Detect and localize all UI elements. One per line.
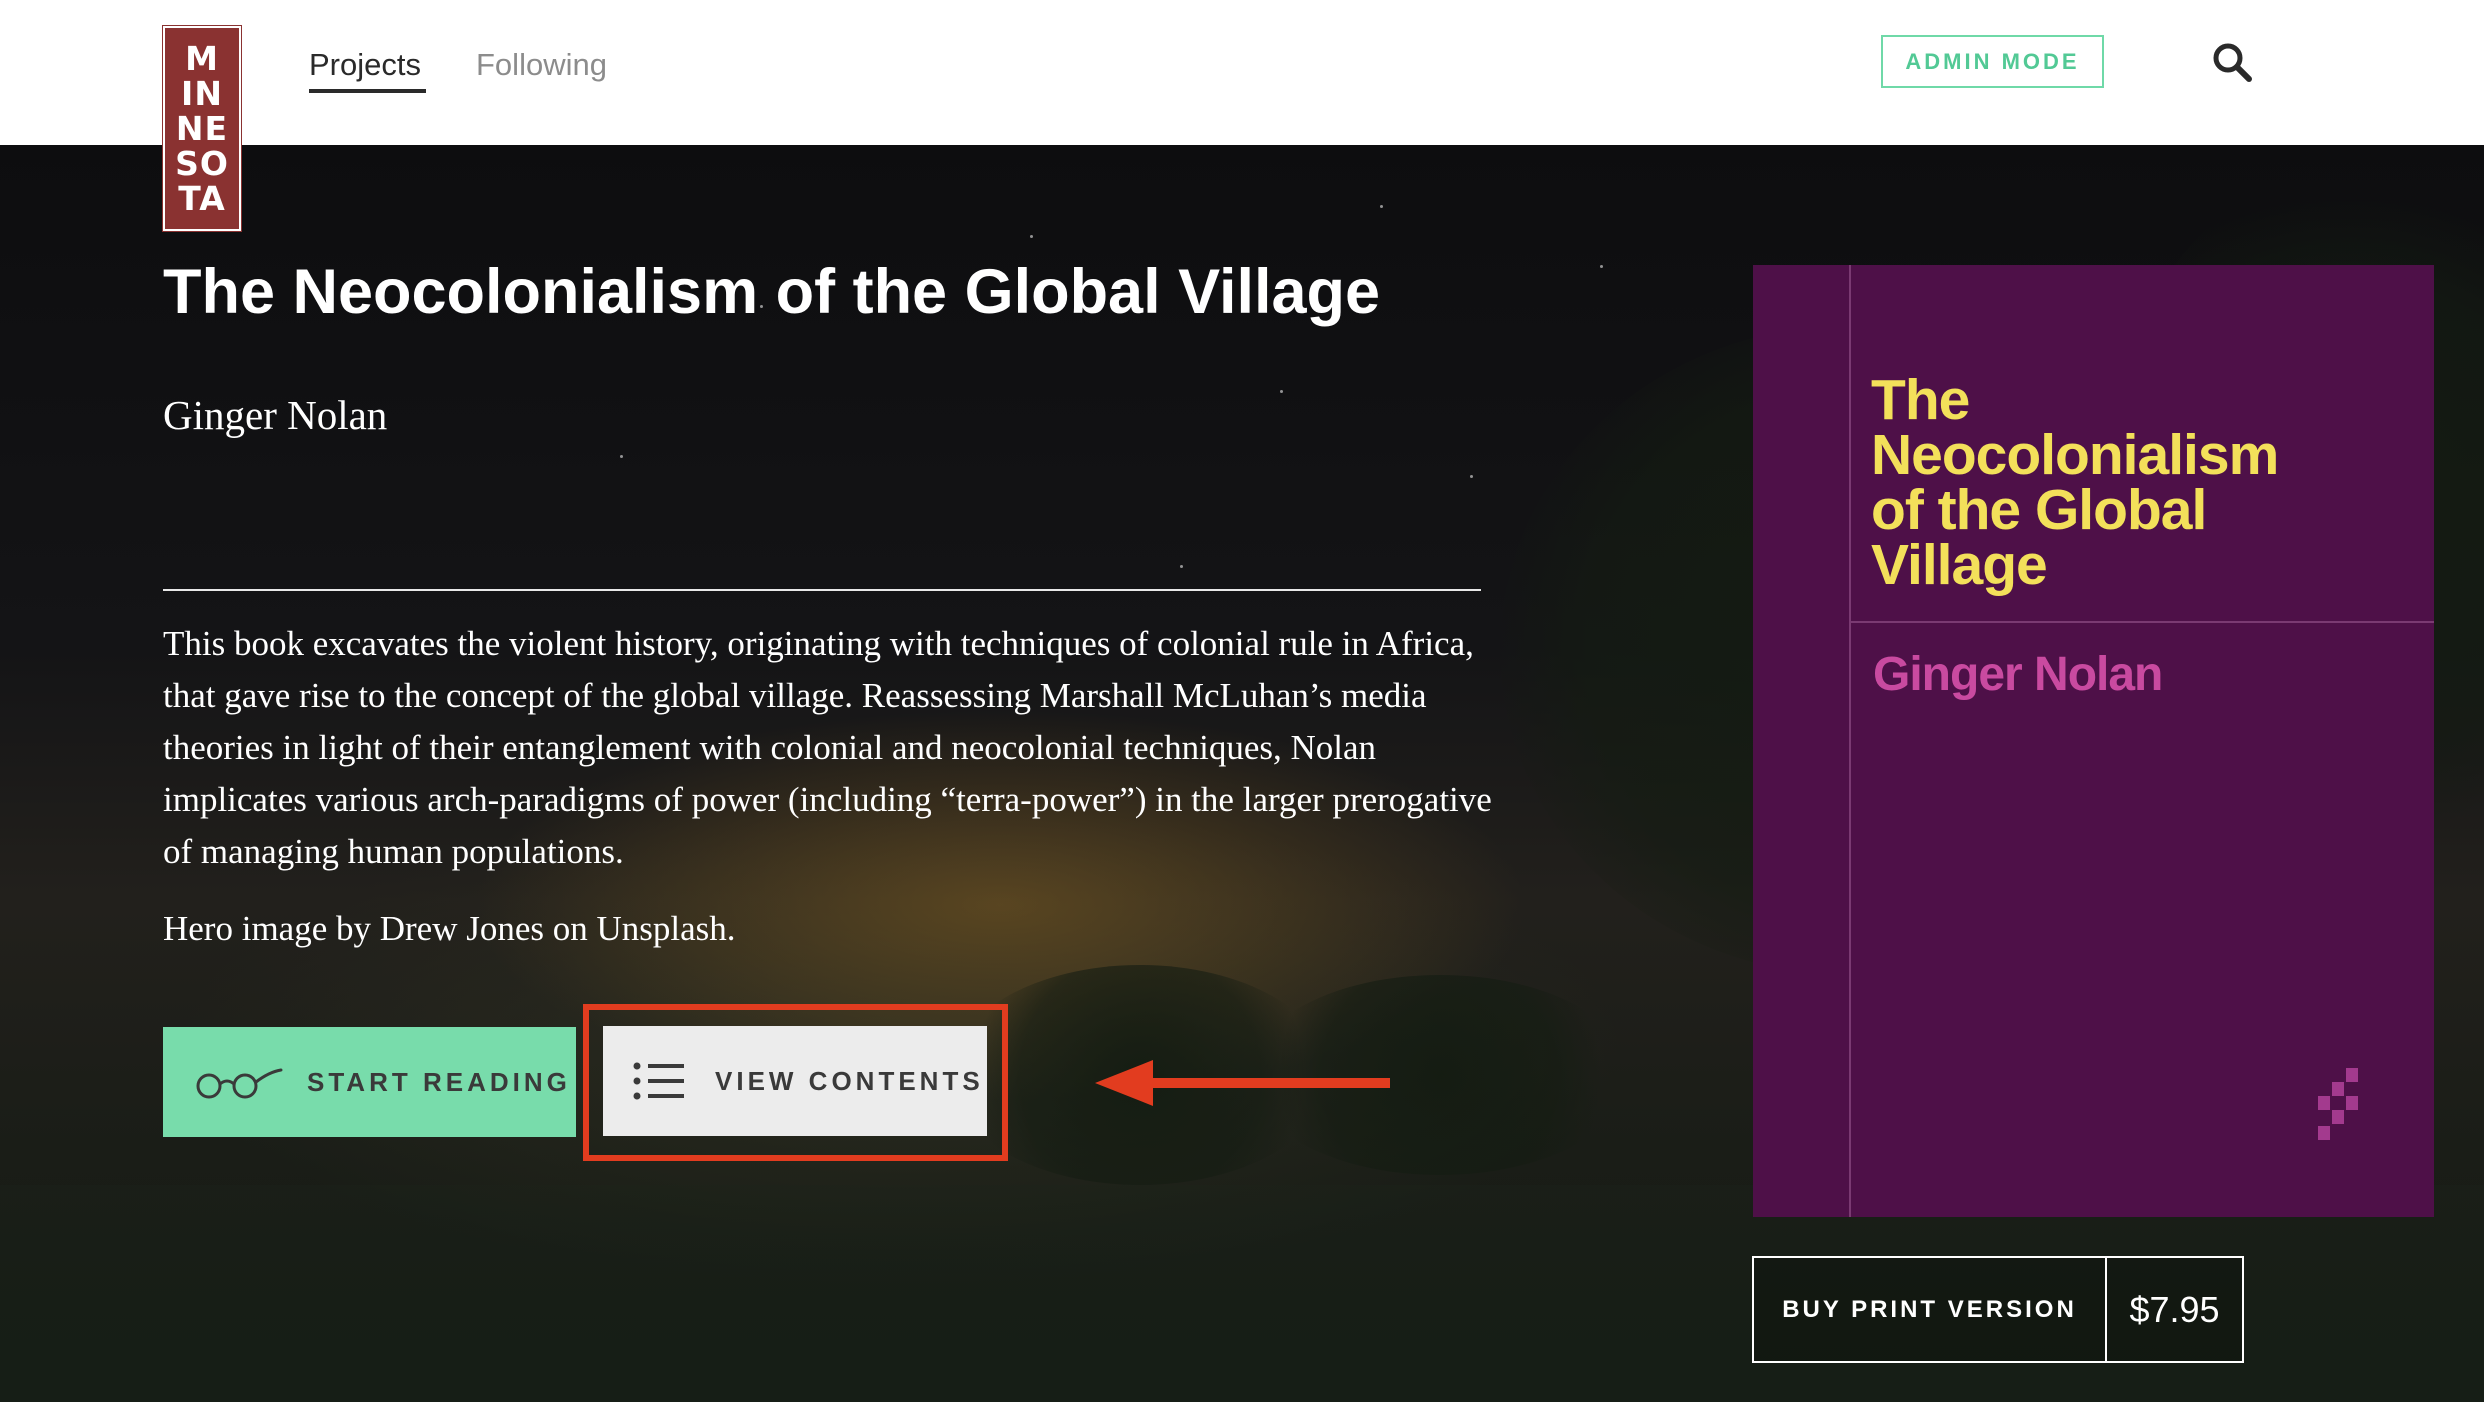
nav-tab-following[interactable]: Following	[476, 45, 607, 85]
start-reading-label: START READING	[307, 1066, 571, 1097]
cover-title-line: of the Global	[1871, 478, 2207, 542]
star	[1380, 205, 1383, 208]
project-author: Ginger Nolan	[163, 392, 388, 438]
buy-print-version-button[interactable]: BUY PRINT VERSION $7.95	[1752, 1256, 2244, 1363]
top-navigation-bar: Projects Following ADMIN MODE	[0, 0, 2484, 145]
logo-line: M	[185, 39, 219, 78]
cover-title-line: Village	[1871, 533, 2048, 597]
nav-tab-projects[interactable]: Projects	[309, 45, 421, 85]
star	[1280, 390, 1283, 393]
cover-author: Ginger Nolan	[1873, 648, 2163, 701]
search-icon[interactable]	[2210, 40, 2254, 84]
star	[620, 455, 623, 458]
admin-mode-button[interactable]: ADMIN MODE	[1881, 35, 2104, 88]
star	[1470, 475, 1473, 478]
star	[1600, 265, 1603, 268]
annotation-arrow-icon	[1095, 1060, 1390, 1106]
cover-vertical-line	[1849, 265, 1851, 1217]
hero-image-credit: Hero image by Drew Jones on Unsplash.	[163, 909, 736, 948]
cover-horizontal-line	[1849, 621, 2434, 623]
view-contents-button[interactable]: VIEW CONTENTS	[603, 1026, 987, 1136]
start-reading-button[interactable]: START READING	[163, 1027, 576, 1137]
minnesota-logo[interactable]: M IN NE SO TA	[163, 26, 241, 231]
list-icon	[633, 1062, 684, 1100]
project-title: The Neocolonialism of the Global Village	[163, 257, 1381, 327]
cover-title-line: Neocolonialism	[1871, 423, 2279, 487]
book-cover[interactable]: The Neocolonialism of the Global Village…	[1753, 265, 2434, 1217]
buy-price: $7.95	[2129, 1288, 2220, 1330]
star	[1180, 565, 1183, 568]
buy-print-version-label: BUY PRINT VERSION	[1754, 1258, 2107, 1361]
active-tab-underline	[309, 89, 426, 93]
cover-title: The Neocolonialism of the Global Village	[1871, 368, 2411, 597]
view-contents-label: VIEW CONTENTS	[715, 1065, 984, 1096]
logo-line: IN	[181, 74, 223, 113]
project-description: This book excavates the violent history,…	[163, 624, 1492, 871]
logo-line: NE	[175, 109, 229, 148]
cover-title-line: The	[1871, 368, 1970, 432]
logo-line: TA	[178, 179, 226, 218]
star	[1030, 235, 1033, 238]
logo-line: SO	[175, 144, 229, 183]
divider	[163, 589, 1481, 591]
publisher-mark-icon	[2318, 1068, 2358, 1140]
glasses-icon	[196, 1068, 283, 1099]
